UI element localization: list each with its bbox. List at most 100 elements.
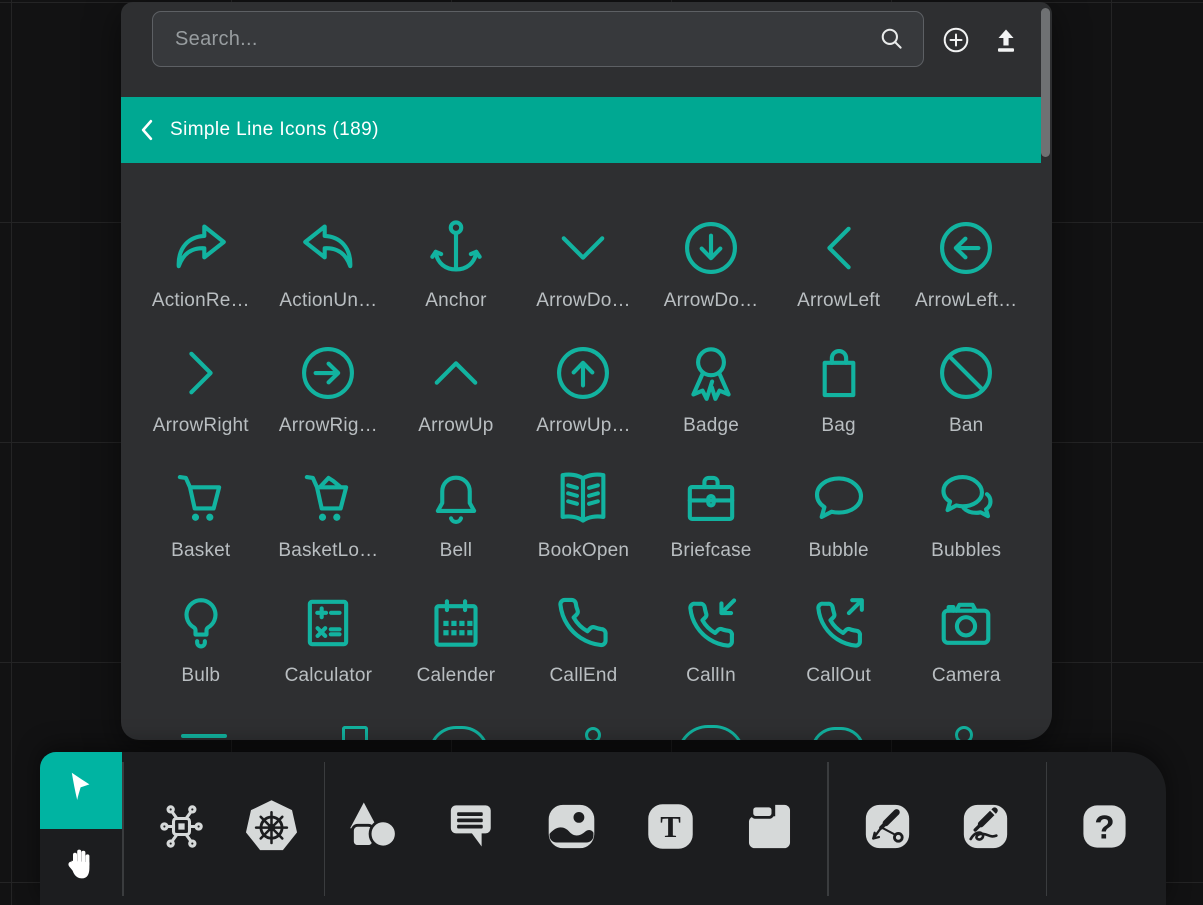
partial-icon xyxy=(181,734,227,738)
panel-scrollbar[interactable] xyxy=(1041,8,1050,157)
library-icon-cell[interactable]: Bubbles xyxy=(902,437,1030,562)
library-icon-label: ArrowUp… xyxy=(536,415,631,437)
draw-tool-button[interactable] xyxy=(956,799,1016,859)
help-button[interactable]: ? xyxy=(1074,799,1134,859)
partial-icon xyxy=(342,726,368,740)
book-open-icon xyxy=(550,465,616,540)
comment-icon xyxy=(444,798,501,860)
library-icon-cell[interactable]: Calculator xyxy=(265,562,393,687)
library-icon-label: Calculator xyxy=(285,665,373,687)
call-in-icon xyxy=(678,590,744,665)
back-chevron-icon[interactable] xyxy=(138,119,156,141)
library-icon-cell[interactable]: Calender xyxy=(392,562,520,687)
library-icon-label: ArrowLeft… xyxy=(915,290,1017,312)
library-icon-cell[interactable]: ActionRe… xyxy=(137,187,265,312)
library-icon-label: ActionUn… xyxy=(279,290,377,312)
image-tool-button[interactable] xyxy=(541,799,601,859)
library-icon-cell[interactable]: Bag xyxy=(775,312,903,437)
icon-library-panel: Simple Line Icons (189) ActionRe… ActionU… xyxy=(121,2,1052,740)
library-icon-label: Anchor xyxy=(425,290,486,312)
library-icon-cell[interactable]: Camera xyxy=(902,562,1030,687)
library-icon-label: Badge xyxy=(683,415,739,437)
library-icon-label: ArrowDo… xyxy=(664,290,759,312)
library-icon-cell[interactable]: CallOut xyxy=(775,562,903,687)
call-out-icon xyxy=(806,590,872,665)
pen-connector-tool-button[interactable] xyxy=(858,799,918,859)
pointer-tools-column xyxy=(40,752,122,905)
library-icon-label: CallEnd xyxy=(550,665,618,687)
call-end-icon xyxy=(550,590,616,665)
library-icon-cell[interactable]: ArrowDo… xyxy=(520,187,648,312)
icon-grid: ActionRe… ActionUn… Anchor ArrowDo… ArrowDo… xyxy=(121,163,1040,740)
library-icon-cell[interactable]: BookOpen xyxy=(520,437,648,562)
note-tool-button[interactable] xyxy=(739,799,799,859)
library-icon-label: ArrowLeft xyxy=(797,290,880,312)
library-icon-cell[interactable]: ArrowLeft xyxy=(775,187,903,312)
bulb-icon xyxy=(168,590,234,665)
library-icon-cell[interactable]: ArrowDo… xyxy=(647,187,775,312)
upload-icon[interactable] xyxy=(989,23,1023,57)
library-category-header[interactable]: Simple Line Icons (189) xyxy=(121,97,1041,163)
draw-tools-group xyxy=(829,752,1046,905)
library-icon-label: Bag xyxy=(821,415,855,437)
library-icon-cell[interactable]: ActionUn… xyxy=(265,187,393,312)
library-icon-cell[interactable]: ArrowUp… xyxy=(520,312,648,437)
library-icon-cell[interactable]: CallIn xyxy=(647,562,775,687)
hand-icon xyxy=(61,844,101,889)
library-icon-cell[interactable]: Bubble xyxy=(775,437,903,562)
add-circle-icon[interactable] xyxy=(939,23,973,57)
library-icon-label: Bubbles xyxy=(931,540,1001,562)
library-icon-cell[interactable]: Badge xyxy=(647,312,775,437)
kubernetes-icon xyxy=(243,798,300,860)
text-tool-button[interactable]: T xyxy=(640,799,700,859)
library-search-row xyxy=(121,2,1052,97)
library-icon-label: CallIn xyxy=(686,665,736,687)
chevron-up-icon xyxy=(423,340,489,415)
library-icon-label: Briefcase xyxy=(671,540,752,562)
image-icon xyxy=(543,798,600,860)
library-icon-cell[interactable]: Basket xyxy=(137,437,265,562)
library-icon-label: CallOut xyxy=(806,665,871,687)
library-icon-label: Bubble xyxy=(808,540,868,562)
library-icon-cell[interactable]: BasketLo… xyxy=(265,437,393,562)
kubernetes-library-tool-button[interactable] xyxy=(242,799,302,859)
library-icon-cell[interactable]: ArrowUp xyxy=(392,312,520,437)
svg-text:?: ? xyxy=(1094,809,1114,846)
library-icon-label: ArrowRig… xyxy=(279,415,378,437)
library-icon-cell[interactable]: Bulb xyxy=(137,562,265,687)
bag-icon xyxy=(806,340,872,415)
library-icon-label: Ban xyxy=(949,415,983,437)
partial-icon xyxy=(955,726,973,740)
library-icon-cell[interactable]: Briefcase xyxy=(647,437,775,562)
library-icon-cell[interactable]: CallEnd xyxy=(520,562,648,687)
calendar-icon xyxy=(423,590,489,665)
pan-tool-button[interactable] xyxy=(40,829,122,905)
library-icon-label: Bell xyxy=(440,540,472,562)
action-undo-icon xyxy=(295,215,361,290)
svg-text:T: T xyxy=(660,809,681,843)
library-icon-cell[interactable]: Anchor xyxy=(392,187,520,312)
calculator-icon xyxy=(295,590,361,665)
library-icon-label: ActionRe… xyxy=(152,290,250,312)
briefcase-icon xyxy=(678,465,744,540)
help-group: ? xyxy=(1047,752,1166,905)
camera-icon xyxy=(933,590,999,665)
library-icon-label: BasketLo… xyxy=(278,540,378,562)
action-redo-icon xyxy=(168,215,234,290)
library-icon-label: Calender xyxy=(417,665,496,687)
comment-tool-button[interactable] xyxy=(442,799,502,859)
shapes-tool-button[interactable] xyxy=(343,799,403,859)
basket-icon xyxy=(168,465,234,540)
arrow-up-circle-icon xyxy=(550,340,616,415)
library-icon-label: Basket xyxy=(171,540,230,562)
anchor-icon xyxy=(423,215,489,290)
search-input[interactable] xyxy=(152,11,924,67)
select-tool-button[interactable] xyxy=(40,752,122,829)
library-icon-cell[interactable]: ArrowRig… xyxy=(265,312,393,437)
library-icon-cell[interactable]: Bell xyxy=(392,437,520,562)
library-icon-cell[interactable]: ArrowRight xyxy=(137,312,265,437)
circuit-library-tool-button[interactable] xyxy=(152,799,212,859)
library-icon-cell[interactable]: Ban xyxy=(902,312,1030,437)
bottom-toolbar: T xyxy=(40,752,1166,905)
library-icon-cell[interactable]: ArrowLeft… xyxy=(902,187,1030,312)
